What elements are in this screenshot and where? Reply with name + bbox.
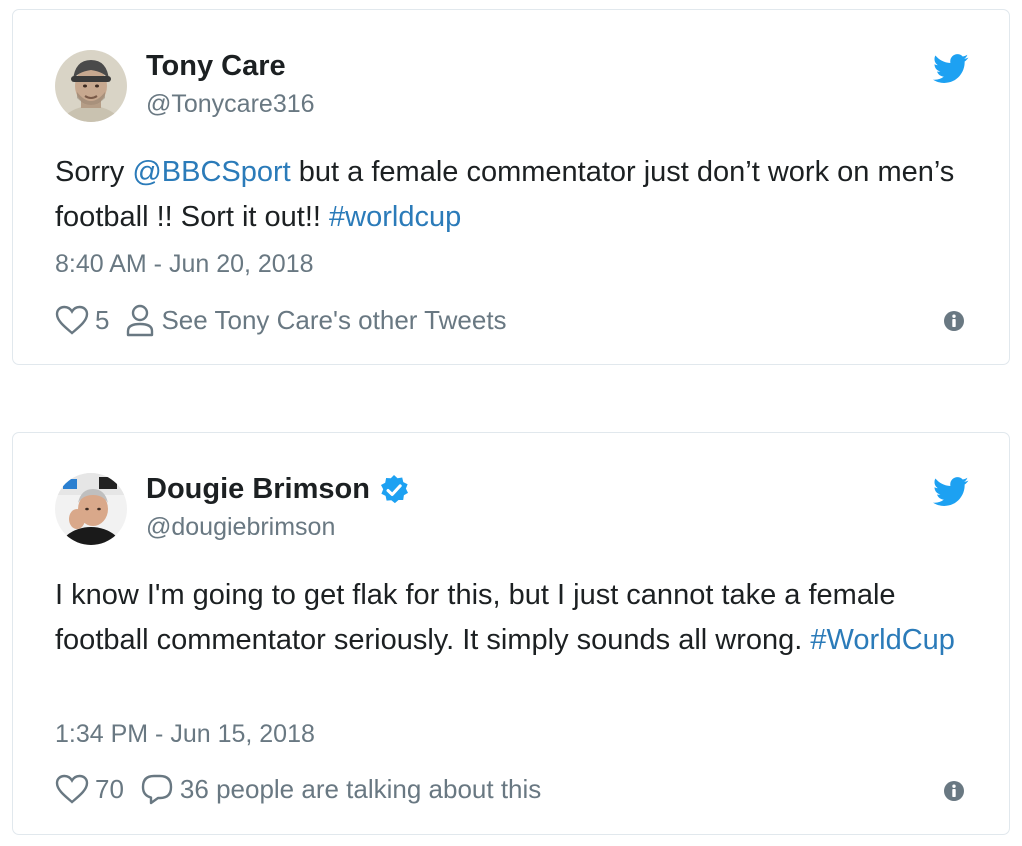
tweet-timestamp[interactable]: 8:40 AM - Jun 20, 2018 [55, 250, 314, 279]
like-count: 70 [95, 773, 124, 804]
tweet-card: Dougie Brimson @dougiebrimson I know I'm… [12, 432, 1010, 835]
author-name-text[interactable]: Tony Care [146, 50, 286, 83]
tweet-text: Sorry @BBCSport but a female commentator… [55, 150, 955, 240]
author-name[interactable]: Dougie Brimson [146, 473, 410, 506]
author-handle[interactable]: @Tonycare316 [146, 90, 315, 119]
author-name[interactable]: Tony Care [146, 50, 286, 83]
conversation-link[interactable]: 36 people are talking about this [140, 773, 541, 805]
info-icon[interactable] [943, 780, 965, 802]
hashtag-link[interactable]: #worldcup [329, 201, 461, 233]
avatar[interactable] [55, 50, 127, 122]
tweet-card: Tony Care @Tonycare316 Sorry @BBCSport b… [12, 9, 1010, 365]
twitter-bird-icon[interactable] [933, 54, 969, 84]
speech-bubble-icon [141, 774, 173, 805]
text-part: I know I'm going to get flak for this, b… [55, 579, 896, 656]
tweet-timestamp[interactable]: 1:34 PM - Jun 15, 2018 [55, 720, 315, 749]
tweet-actions: 5 See Tony Care's other Tweets [55, 303, 523, 337]
hashtag-link[interactable]: #WorldCup [810, 624, 955, 656]
mention-link[interactable]: @BBCSport [132, 156, 290, 188]
info-icon[interactable] [943, 310, 965, 332]
heart-icon [55, 305, 89, 335]
author-name-text[interactable]: Dougie Brimson [146, 473, 370, 506]
heart-icon [55, 774, 89, 804]
person-icon [127, 304, 154, 337]
like-button[interactable]: 5 [55, 305, 109, 336]
like-count: 5 [95, 304, 110, 335]
other-tweets-link[interactable]: See Tony Care's other Tweets [125, 303, 507, 337]
like-button[interactable]: 70 [55, 774, 124, 805]
tweet-actions: 70 36 people are talking about this [55, 773, 557, 805]
avatar[interactable] [55, 473, 127, 545]
verified-badge-icon [380, 474, 408, 503]
other-tweets-label[interactable]: See Tony Care's other Tweets [161, 305, 506, 336]
text-part: Sorry [55, 156, 133, 188]
twitter-bird-icon[interactable] [933, 477, 969, 507]
tweet-text: I know I'm going to get flak for this, b… [55, 573, 955, 663]
conversation-label[interactable]: 36 people are talking about this [180, 774, 541, 805]
author-handle[interactable]: @dougiebrimson [146, 513, 335, 542]
